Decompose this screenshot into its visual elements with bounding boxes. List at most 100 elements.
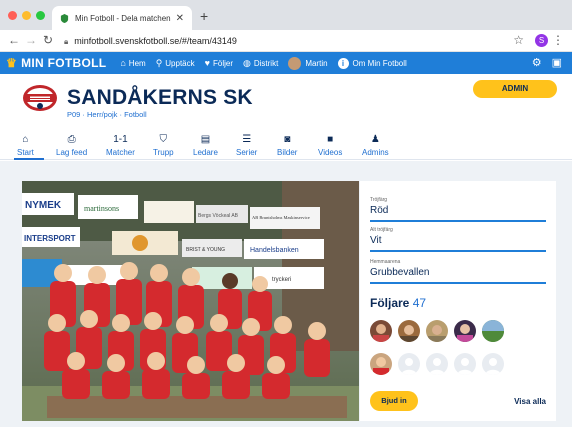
tab-title: Min Fotboll - Dela matchen - de: [75, 13, 172, 23]
nav-about-label: Om Min Fotboll: [352, 58, 407, 68]
person-icon: ♟: [370, 134, 380, 145]
url-text: minfotboll.svenskfotboll.se/#/team/43149: [74, 36, 237, 46]
follower-avatar-placeholder[interactable]: [398, 353, 420, 375]
banner-nymek: NYMEK: [25, 200, 62, 211]
divider: [370, 250, 546, 252]
tab-videos-label: Videos: [318, 148, 343, 157]
tab-bilder-label: Bilder: [277, 148, 298, 157]
nav-home-label: Hem: [128, 58, 146, 68]
calendar-icon[interactable]: ▣: [552, 56, 562, 69]
followers-heading: Följare 47: [370, 296, 426, 310]
tab-matcher[interactable]: 1-1 Matcher: [106, 134, 135, 157]
follower-avatar[interactable]: [370, 353, 392, 375]
nav-following-label: Följer: [212, 58, 233, 68]
follower-avatar[interactable]: [370, 320, 392, 342]
home-arena-value: Grubbevallen: [370, 267, 430, 278]
divider: [370, 282, 546, 284]
admin-button[interactable]: ADMIN: [473, 80, 557, 98]
shirt-icon: ⛉: [159, 134, 168, 145]
alt-shirt-color-value: Vit: [370, 235, 382, 246]
home-arena-label: Hemmaarena: [370, 259, 401, 265]
home-icon: ⌂: [22, 134, 29, 145]
tab-videos[interactable]: ■ Videos: [318, 134, 342, 157]
globe-icon: ◍: [243, 57, 251, 68]
nav-district[interactable]: ◍ Distrikt: [243, 58, 278, 69]
tab-bilder[interactable]: ◙ Bilder: [277, 134, 297, 157]
banner-handelsbanken: Handelsbanken: [250, 247, 299, 254]
favicon-icon: [60, 13, 69, 23]
settings-icon[interactable]: ⚙: [532, 56, 542, 69]
active-tab-indicator: [14, 158, 44, 160]
tab-start-label: Start: [17, 148, 34, 157]
crown-icon: ♛: [6, 56, 18, 70]
video-icon: ■: [327, 134, 334, 145]
follower-avatar[interactable]: [454, 320, 476, 342]
tab-lag-feed-label: Lag feed: [56, 148, 88, 157]
nav-user[interactable]: Martin: [288, 56, 328, 70]
address-bar-row: ← → ↻ 🔒︎ minfotboll.svenskfotboll.se/#/te…: [0, 30, 572, 52]
forward-icon[interactable]: →: [25, 33, 37, 47]
browser-tab[interactable]: Min Fotboll - Dela matchen - de ✕: [52, 6, 192, 30]
browser-profile-button[interactable]: S: [535, 34, 548, 47]
tab-serier-label: Serier: [236, 148, 258, 157]
tab-trupp-label: Trupp: [153, 148, 174, 157]
nav-home[interactable]: ⌂ Hem: [120, 58, 145, 68]
invite-button[interactable]: Bjud in: [370, 391, 418, 411]
reload-icon[interactable]: ↻: [43, 33, 53, 47]
follower-avatar[interactable]: [482, 320, 504, 342]
club-subtitle: P09 · Herr/pojk · Fotboll: [67, 110, 147, 119]
camera-icon: ◙: [284, 134, 291, 145]
club-name: SANDÅKERNS SK: [67, 86, 253, 109]
info-icon: i: [337, 57, 349, 69]
follower-avatar-placeholder[interactable]: [454, 353, 476, 375]
heart-icon: ♥: [204, 58, 210, 68]
show-all-link[interactable]: Visa alla: [514, 397, 546, 406]
match-icon: 1-1: [113, 134, 128, 145]
brand-logo[interactable]: ♛ MIN FOTBOLL: [6, 56, 106, 70]
back-icon[interactable]: ←: [8, 33, 20, 47]
nav-discover[interactable]: ⚲ Upptäck: [156, 58, 195, 69]
list-icon: ☰: [242, 134, 252, 145]
browser-menu-icon[interactable]: ⋮: [552, 33, 564, 47]
club-logo: [23, 85, 57, 111]
site-topbar: ♛ MIN FOTBOLL ⌂ Hem ⚲ Upptäck ♥ Följer ◍…: [0, 52, 572, 74]
tab-start[interactable]: ⌂ Start: [17, 134, 34, 157]
tab-lag-feed[interactable]: ⎙ Lag feed: [56, 134, 87, 157]
lock-icon: 🔒︎: [64, 37, 69, 46]
follower-avatar-placeholder[interactable]: [426, 353, 448, 375]
tab-matcher-label: Matcher: [106, 148, 135, 157]
close-window-button[interactable]: [8, 11, 17, 20]
tab-ledare[interactable]: ▤ Ledare: [193, 134, 218, 157]
banner-tryckeri: tryckeri: [272, 277, 291, 283]
address-field[interactable]: 🔒︎ minfotboll.svenskfotboll.se/#/team/431…: [64, 36, 237, 47]
follower-avatar[interactable]: [398, 320, 420, 342]
new-tab-button[interactable]: +: [200, 8, 208, 24]
tab-trupp[interactable]: ⛉ Trupp: [153, 134, 174, 157]
banner-bruntsholms: AB Bruntsholms Maskinservice: [252, 215, 310, 220]
shirt-color-value: Röd: [370, 205, 389, 216]
avatar: [288, 56, 302, 70]
maximize-window-button[interactable]: [36, 11, 45, 20]
banner-martinsons: martinsons: [84, 204, 119, 213]
follower-avatar[interactable]: [426, 320, 448, 342]
divider: [370, 220, 546, 222]
feed-icon: ⎙: [67, 134, 76, 145]
browser-tabstrip: Min Fotboll - Dela matchen - de ✕ +: [0, 0, 572, 30]
bookmark-star-icon[interactable]: ☆: [513, 33, 524, 47]
close-tab-icon[interactable]: ✕: [176, 13, 184, 24]
nav-following[interactable]: ♥ Följer: [205, 58, 233, 68]
nav-discover-label: Upptäck: [165, 58, 195, 68]
tab-serier[interactable]: ☰ Serier: [236, 134, 257, 157]
tab-admins-label: Admins: [362, 148, 389, 157]
followers-label: Följare: [370, 296, 410, 310]
nav-about[interactable]: i Om Min Fotboll: [337, 57, 407, 69]
minimize-window-button[interactable]: [22, 11, 31, 20]
team-tabs: ⌂ Start ⎙ Lag feed 1-1 Matcher ⛉ Trupp ▤…: [0, 126, 572, 160]
nav-district-label: Distrikt: [253, 58, 279, 68]
team-photo[interactable]: NYMEK martinsons Bergs Vöckeal AB AB Bru…: [22, 181, 359, 421]
tab-admins[interactable]: ♟ Admins: [362, 134, 389, 157]
team-info-card: Tröjfärg Röd Alt tröjfärg Vit Hemmaarena…: [360, 181, 556, 421]
clipboard-icon: ▤: [200, 134, 211, 145]
follower-avatar-placeholder[interactable]: [482, 353, 504, 375]
banner-brist: BRIST & YOUNG: [186, 247, 225, 253]
